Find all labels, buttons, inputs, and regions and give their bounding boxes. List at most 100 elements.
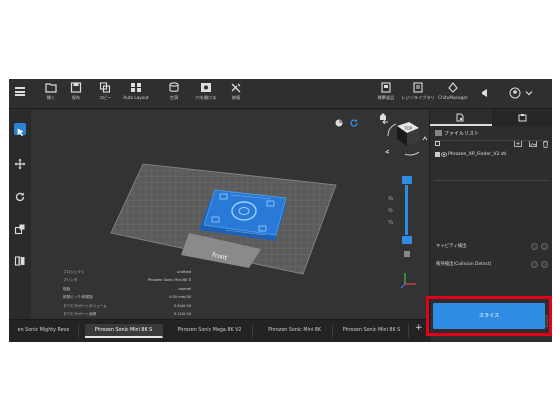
eye-icon[interactable] bbox=[441, 152, 447, 157]
printer-tab[interactable]: en Sonic Mighty Revo bbox=[9, 324, 79, 338]
rotate-icon bbox=[15, 192, 25, 202]
select-tool[interactable] bbox=[14, 123, 26, 137]
punch-hole-label: 穴を開ける bbox=[195, 95, 217, 100]
standard-parts-icon bbox=[381, 82, 391, 93]
list-icon bbox=[435, 130, 442, 136]
auto-layout-icon bbox=[131, 83, 141, 92]
chevron-down-icon[interactable] bbox=[525, 89, 533, 97]
standard-parts-button[interactable]: 標準部品 bbox=[369, 82, 403, 108]
printer-tab[interactable]: Phrozen Sonic Mega 8K V2 bbox=[167, 324, 253, 338]
info-row: すべて/サポートボリューム 3.54/0.00 bbox=[63, 302, 191, 310]
info-value: 0.12/0.00 bbox=[173, 311, 191, 316]
copy-label: コピー bbox=[98, 95, 112, 100]
info-label: 樹脂 bbox=[63, 286, 71, 291]
info-label: プロジェクト bbox=[63, 270, 85, 274]
mirror-tool[interactable] bbox=[14, 252, 26, 266]
hollow-icon bbox=[169, 82, 179, 92]
punch-hole-icon bbox=[201, 83, 211, 92]
info-row: プリンタ Phrozen Sonic Mini 8K S bbox=[63, 276, 191, 284]
file-checkbox[interactable] bbox=[435, 152, 440, 157]
slider-top-handle[interactable] bbox=[402, 176, 412, 184]
repair-icon bbox=[231, 83, 241, 93]
view-cube[interactable]: TOP bbox=[375, 112, 429, 160]
info-label: プリンタ bbox=[63, 278, 78, 283]
slider-bottom-handle[interactable] bbox=[402, 236, 412, 244]
resin-library-button[interactable]: レジンライブラリ bbox=[399, 82, 437, 108]
save-icon bbox=[70, 82, 82, 93]
collision-info-icon[interactable] bbox=[531, 261, 538, 268]
repair-button[interactable]: 修復 bbox=[219, 82, 253, 108]
printer-tab[interactable]: Phrozen Sonic Mini 8K S bbox=[85, 324, 163, 338]
file-tab-icon bbox=[456, 113, 464, 122]
menu-icon[interactable] bbox=[15, 87, 25, 96]
cavity-detection-label: キャビティ検出 bbox=[436, 244, 467, 249]
info-row: すべて/サポート面積 0.12/0.00 bbox=[63, 310, 191, 318]
info-value: normal bbox=[178, 286, 191, 291]
hollow-button[interactable]: 空洞 bbox=[157, 82, 191, 108]
top-toolbar: 開く 保存 コピー Auto Layout 空洞 穴を開ける 修復 標準部品 レ… bbox=[9, 79, 552, 109]
layer-slider-track[interactable] bbox=[405, 185, 408, 235]
auto-layout-button[interactable]: Auto Layout bbox=[119, 82, 153, 108]
add-printer-tab-button[interactable]: + bbox=[415, 323, 423, 333]
rotate-tool[interactable] bbox=[14, 188, 26, 202]
slider-mark-half: ½ bbox=[388, 208, 393, 214]
refresh-view-icon[interactable] bbox=[349, 118, 359, 128]
home-icon bbox=[380, 113, 386, 120]
3d-viewport[interactable]: Front TOP ¾ ½ ¼ プロジェクト untitled プリンタ Phr… bbox=[31, 110, 429, 324]
scale-icon bbox=[14, 224, 25, 235]
slider-mark-quarter: ¼ bbox=[388, 220, 393, 226]
cavity-detection-row[interactable]: キャビティ検出 bbox=[436, 242, 548, 251]
repair-label: 修復 bbox=[231, 95, 241, 100]
cursor-icon bbox=[17, 128, 24, 137]
collision-detect-row[interactable]: 衝突検出(Collision Detect) bbox=[436, 260, 548, 269]
copy-button[interactable]: コピー bbox=[88, 82, 122, 108]
printer-tab-icon bbox=[518, 114, 526, 122]
hollow-label: 空洞 bbox=[169, 95, 179, 100]
file-row[interactable]: Phrozen_XP_Finder_V2.stl bbox=[434, 149, 549, 160]
info-value: 0.05 mm/30 bbox=[169, 295, 191, 300]
printer-tab[interactable]: Phrozen Sonic Mini 8K bbox=[257, 324, 333, 338]
resin-library-icon bbox=[413, 82, 423, 93]
cube-top-label: TOP bbox=[403, 126, 413, 131]
file-list: Phrozen_XP_Finder_V2.stl bbox=[434, 140, 549, 164]
file-name: Phrozen_XP_Finder_V2.stl bbox=[448, 152, 507, 157]
auto-layout-label: Auto Layout bbox=[123, 95, 149, 100]
mirror-icon bbox=[14, 256, 25, 266]
chitu-manager-button[interactable]: ChituManager bbox=[435, 82, 471, 108]
printer-tab-bar: en Sonic Mighty Revo Phrozen Sonic Mini 8… bbox=[9, 319, 429, 342]
collision-toggle[interactable] bbox=[541, 261, 548, 268]
file-list-title: ファイルリスト bbox=[444, 131, 480, 137]
move-tool[interactable] bbox=[14, 155, 26, 170]
info-value: Phrozen Sonic Mini 8K S bbox=[147, 278, 191, 283]
folder-icon bbox=[45, 83, 57, 93]
info-row: 樹脂 normal bbox=[63, 285, 191, 293]
axis-gizmo-icon bbox=[400, 273, 416, 289]
info-value: untitled bbox=[177, 270, 191, 274]
tab-print-settings[interactable] bbox=[491, 110, 552, 126]
chitu-manager-label: ChituManager bbox=[438, 95, 468, 100]
project-info-panel: プロジェクト untitled プリンタ Phrozen Sonic Mini 8K … bbox=[63, 268, 191, 327]
resin-library-label: レジンライブラリ bbox=[401, 95, 435, 100]
collision-detect-label: 衝突検出(Collision Detect) bbox=[436, 262, 492, 267]
move-icon bbox=[14, 158, 26, 170]
printer-tab[interactable]: Phrozen Sonic Mini 8K S bbox=[335, 324, 409, 338]
layer-step-icon[interactable] bbox=[403, 250, 411, 258]
scale-tool[interactable] bbox=[14, 220, 26, 235]
info-label: 積層ピッチ/積層数 bbox=[63, 295, 93, 300]
slice-button[interactable]: スライス bbox=[433, 303, 545, 329]
left-toolbar bbox=[9, 110, 31, 314]
account-icon[interactable] bbox=[509, 87, 521, 99]
tab-file-list[interactable] bbox=[430, 110, 492, 126]
standard-parts-label: 標準部品 bbox=[377, 95, 395, 100]
info-row: プロジェクト untitled bbox=[63, 268, 191, 276]
cavity-info-icon[interactable] bbox=[531, 243, 538, 250]
cavity-toggle[interactable] bbox=[541, 243, 548, 250]
shading-icon[interactable] bbox=[334, 118, 344, 128]
chitu-manager-icon bbox=[448, 82, 458, 93]
info-value: 3.54/0.00 bbox=[173, 303, 191, 308]
info-label: すべて/サポート面積 bbox=[63, 311, 97, 316]
notification-icon[interactable] bbox=[479, 87, 491, 99]
slider-mark-three-quarter: ¾ bbox=[388, 196, 393, 202]
copy-icon bbox=[99, 82, 111, 93]
punch-hole-button[interactable]: 穴を開ける bbox=[189, 82, 223, 108]
